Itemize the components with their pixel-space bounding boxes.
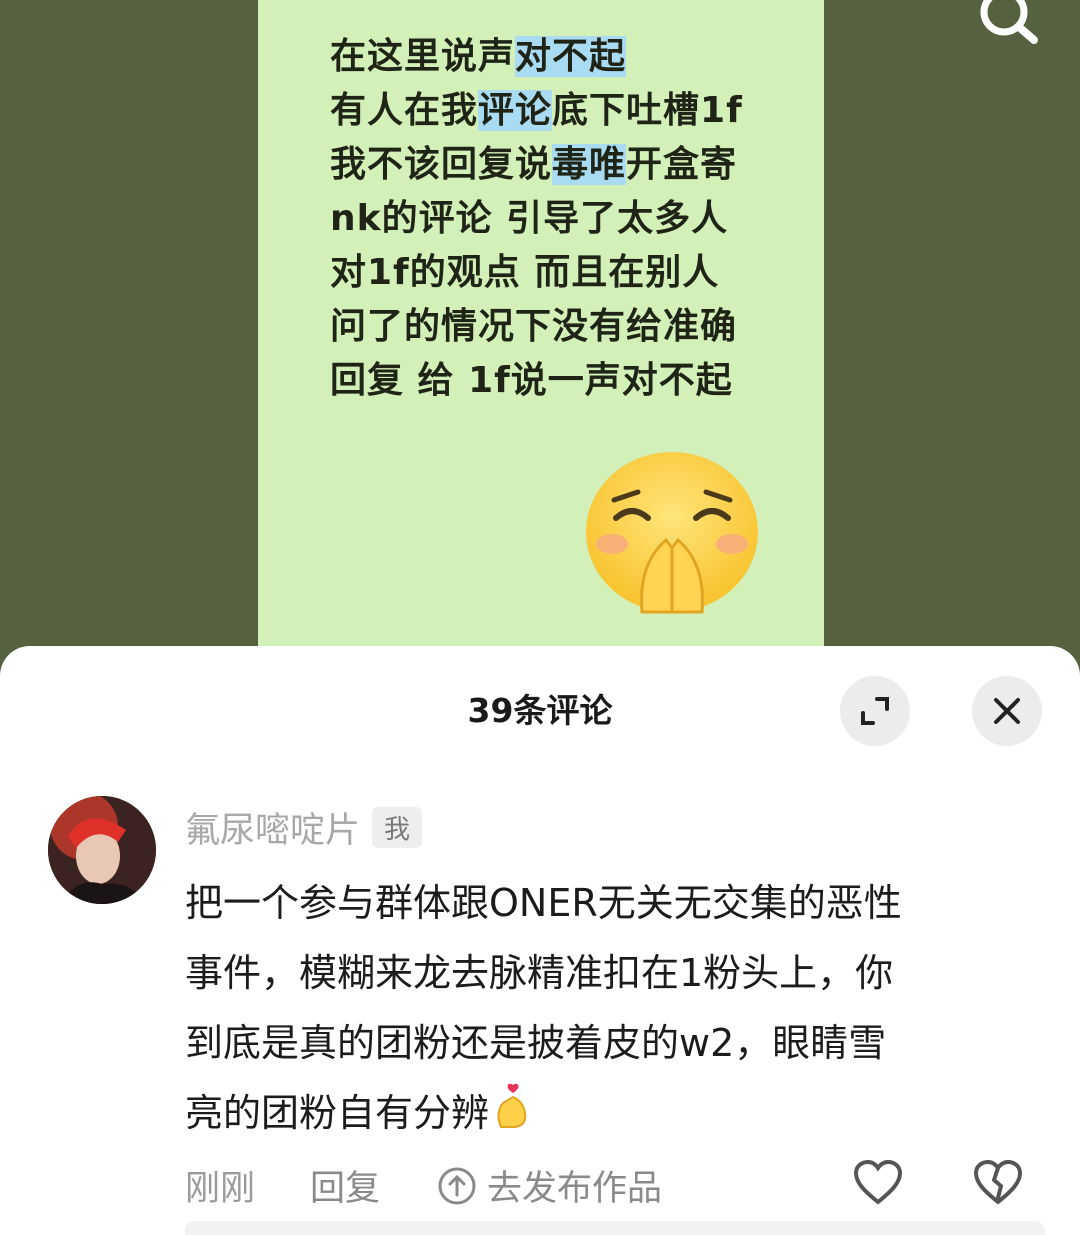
comments-count-title: 39条评论 (467, 691, 613, 730)
post-line: 问了的情况下没有给准确 (330, 306, 738, 347)
publish-work-button[interactable]: 去发布作品 (437, 1160, 662, 1211)
search-button[interactable] (968, 0, 1048, 50)
pleading-hands-emoji (584, 452, 760, 616)
post-line: 对1f的观点 而且在别人 (330, 252, 720, 293)
me-badge: 我 (372, 807, 423, 848)
post-line: 有人在我评论底下吐槽1f (330, 90, 743, 131)
comment-time: 刚刚 (185, 1169, 256, 1209)
upload-icon (438, 1167, 476, 1204)
comment-actions: 刚刚 回复 去发布作品 (185, 1154, 1045, 1209)
broken-heart-icon (973, 1159, 1023, 1205)
post-text: 在这里说声对不起 有人在我评论底下吐槽1f 我不该回复说毒唯开盒寄 nk的评论 … (330, 30, 810, 408)
reply-button[interactable]: 回复 (310, 1160, 380, 1211)
post-line: 在这里说声对不起 (330, 36, 627, 77)
comment-line: 事件，模糊来龙去脉精准扣在1粉头上，你 (185, 951, 894, 995)
close-button[interactable] (972, 676, 1042, 746)
heart-icon (853, 1159, 903, 1205)
finger-heart-icon (493, 1081, 533, 1151)
avatar[interactable] (48, 796, 156, 904)
comment-author-row: 氟尿嘧啶片 我 (185, 802, 423, 853)
publish-work-label: 去发布作品 (487, 1169, 663, 1209)
close-icon (994, 698, 1020, 724)
post-line: 回复 给 1f说一声对不起 (330, 360, 733, 401)
post-line: nk的评论 引导了太多人 (330, 198, 729, 239)
like-button[interactable] (853, 1159, 903, 1215)
comment-line: 亮的团粉自有分辨 (185, 1078, 1035, 1151)
next-comment-preview (185, 1221, 1045, 1235)
search-icon (980, 0, 1038, 44)
expand-button[interactable] (840, 676, 910, 746)
dislike-button[interactable] (973, 1159, 1023, 1215)
expand-icon (861, 697, 889, 725)
comment-line: 到底是真的团粉还是披着皮的w2，眼睛雪 (185, 1021, 887, 1065)
comment-author-name[interactable]: 氟尿嘧啶片 (185, 802, 360, 853)
post-line: 我不该回复说毒唯开盒寄 (330, 144, 738, 185)
comment-line: 把一个参与群体跟ONER无关无交集的恶性 (185, 881, 902, 925)
comment-text: 把一个参与群体跟ONER无关无交集的恶性 事件，模糊来龙去脉精准扣在1粉头上，你… (185, 868, 1035, 1151)
comments-sheet: 39条评论 氟尿嘧啶片 我 把一个参与群体跟ONER无关无交集的恶性 事件，模糊… (0, 646, 1080, 1235)
